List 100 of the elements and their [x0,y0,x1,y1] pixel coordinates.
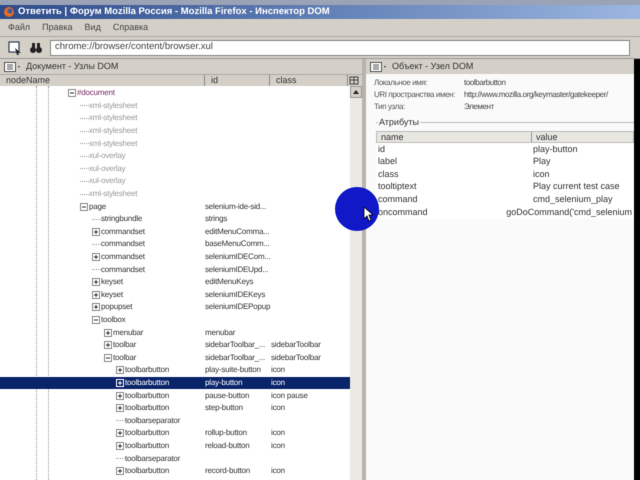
node-name: commandset [101,251,145,264]
table-cell: record-button [205,466,250,476]
node-name: toolbarbutton [125,364,170,376]
column-header[interactable]: id [205,75,270,86]
table-cell: icon [271,378,285,387]
node-name: toolbarbutton [125,390,170,402]
panel-title: Объект - Узел DOM [392,60,474,73]
node-name: xml-stylesheet [89,125,138,138]
node-name: keyset [101,288,123,301]
column-picker-icon[interactable] [348,75,360,86]
url-field[interactable]: chrome://browser/content/browser.xul [50,40,630,56]
splitter[interactable] [362,59,366,480]
menu-item[interactable]: Правка [42,21,73,35]
node-name: toolbarbutton [125,465,170,478]
collapse-icon[interactable] [80,202,88,211]
table-cell: sidebarToolbar [271,352,321,362]
node-name: xml-stylesheet [89,112,138,124]
scroll-up-icon[interactable] [350,86,362,98]
collapse-icon[interactable] [68,89,76,98]
pointer-icon [363,206,373,222]
node-name: commandset [101,238,145,250]
node-name: toolbar [113,352,136,364]
column-header[interactable]: class [270,75,348,86]
collapse-icon[interactable] [104,354,112,362]
table-cell: tooltiptext [378,181,417,192]
table-cell: icon [271,428,285,438]
table-cell: icon [271,365,285,374]
table-cell: step-button [205,403,243,412]
table-cell: seleniumIDEUpd... [205,264,268,274]
table-cell: sidebarToolbar_... [205,340,265,350]
node-name: stringbundle [101,213,142,226]
table-cell: goDoCommand('cmd_selenium [506,206,632,217]
node-name: toolbarbutton [125,427,170,440]
node-name: popupset [101,301,132,314]
group-title: Атрибуты [378,116,420,128]
node-name: menubar [113,326,144,339]
table-cell: icon pause [271,390,308,400]
expand-icon[interactable] [92,253,100,262]
window-title: Ответить | Форум Mozilla Россия - Mozilla Firefox - Инспектор DOM [18,4,330,19]
select-element-icon[interactable] [8,40,22,54]
table-cell: cmd_selenium_play [533,194,613,204]
node-name: keyset [101,276,123,288]
node-name: toolbarseparator [125,414,180,427]
expand-icon[interactable] [92,278,100,286]
table-cell: baseMenuComm... [205,239,270,248]
node-name: xml-stylesheet [89,188,138,200]
property-label: Тип узла: [374,102,405,111]
table-cell: icon [533,168,550,179]
table-cell: play-suite-button [205,365,261,374]
expand-icon[interactable] [104,328,112,337]
node-name: page [89,200,106,213]
node-name: xml-stylesheet [89,138,138,150]
collapse-icon[interactable] [92,316,100,324]
menu-item[interactable]: Справка [112,21,148,35]
table-cell: icon [271,440,285,450]
table-cell: editMenuKeys [205,277,254,286]
expand-icon[interactable] [116,366,124,374]
table-cell: play-button [533,144,578,154]
selected-row[interactable]: toolbarbutton play-button icon [0,376,350,390]
table-cell: Play [533,156,551,166]
node-name: commandset [101,226,145,238]
node-name: toolbarbutton [125,402,170,414]
node-name: toolbar [113,339,136,352]
property-value: http://www.mozilla.org/keymaster/gatekeeper/ [464,89,608,101]
expand-icon[interactable] [92,303,100,312]
table-cell: selenium-ide-sid... [205,202,266,211]
expand-icon[interactable] [116,392,124,400]
node-name: toolbarbutton [125,376,170,389]
property-value: toolbarbutton [464,77,506,89]
binoculars-icon[interactable] [30,42,42,54]
table-cell: menubar [205,328,236,337]
table-cell: icon [271,403,285,412]
table-cell: oncommand [378,206,428,217]
column-header[interactable]: value [532,132,633,142]
panel-menu-icon[interactable] [4,62,22,72]
table-cell: seleniumIDECom... [205,252,271,262]
expand-icon[interactable] [116,442,124,450]
table-cell: play-button [205,378,242,387]
table-cell: editMenuComma... [205,226,270,236]
expand-icon[interactable] [116,404,124,412]
expand-icon[interactable] [92,290,100,299]
expand-icon[interactable] [116,429,124,438]
menu-item[interactable]: Файл [8,21,30,35]
table-cell: sidebarToolbar_... [205,352,265,362]
node-name: #document [77,87,115,100]
property-label: URI пространства имен: [374,90,455,99]
panel-menu-icon[interactable] [370,62,388,72]
table-cell: reload-button [205,440,250,450]
column-header[interactable]: nodeName [0,75,205,86]
table-cell: class [378,168,399,179]
expand-icon[interactable] [92,228,100,236]
property-label: Локальное имя: [374,78,428,87]
expand-icon[interactable] [104,341,112,350]
table-cell: Play current test case [533,181,620,192]
column-header[interactable]: name [377,132,532,142]
node-name: xul-overlay [89,150,126,162]
menu-item[interactable]: Вид [84,21,101,35]
table-cell: sidebarToolbar [271,340,321,350]
panel-title: Документ - Узлы DOM [26,60,118,73]
expand-icon[interactable] [116,467,124,476]
